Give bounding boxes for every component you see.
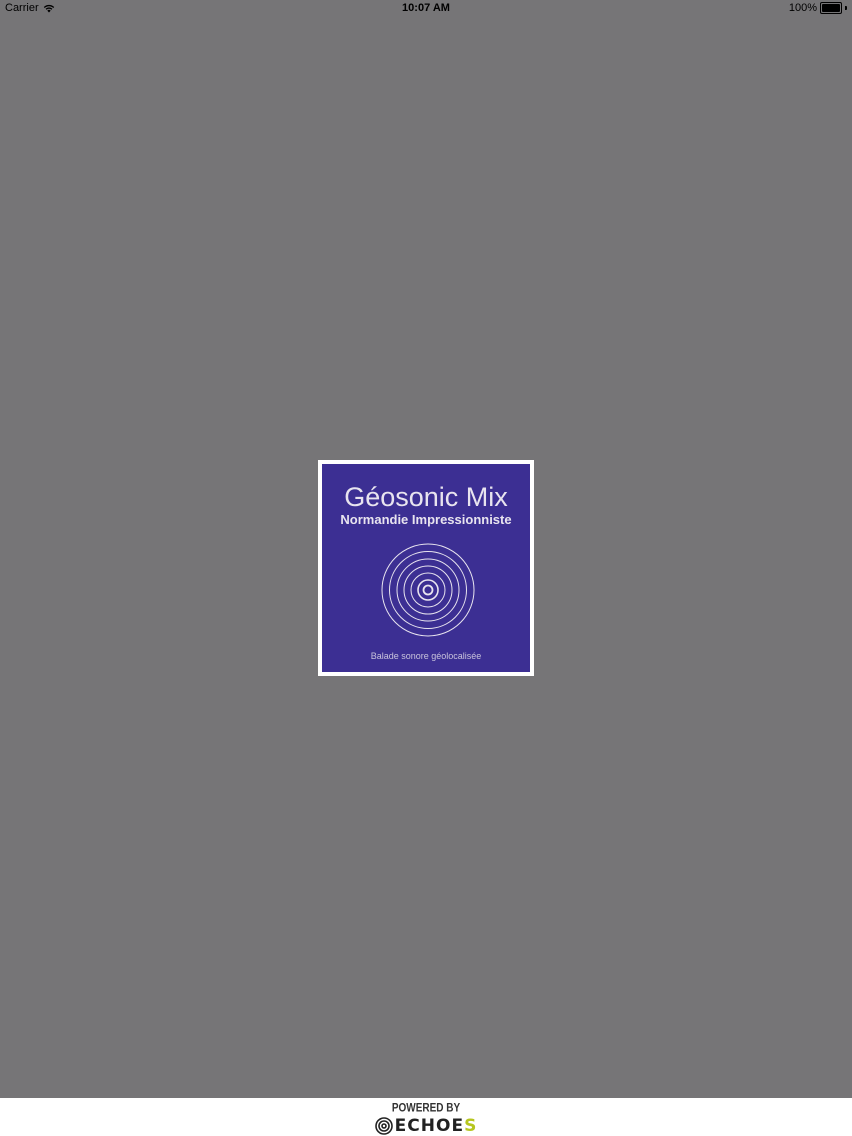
tagline: Balade sonore géolocalisée bbox=[370, 651, 482, 661]
echoes-rings-icon bbox=[374, 1117, 393, 1135]
brand-suffix: S bbox=[464, 1116, 478, 1136]
battery-tip bbox=[845, 6, 847, 10]
status-bar: Carrier 10:07 AM 100% bbox=[0, 0, 852, 18]
status-right: 100% bbox=[789, 2, 847, 14]
status-time: 10:07 AM bbox=[402, 2, 450, 14]
battery-fill bbox=[822, 4, 840, 12]
footer: POWERED BY ECHOES bbox=[0, 1098, 852, 1136]
splash-logo-inner: Géosonic Mix Normandie Impressionniste B… bbox=[322, 464, 530, 672]
brand-prefix: ECHOE bbox=[394, 1116, 465, 1136]
battery-icon bbox=[820, 2, 842, 14]
app-subtitle: Normandie Impressionniste bbox=[340, 512, 512, 527]
app-title: Géosonic Mix bbox=[344, 482, 508, 512]
concentric-rings-icon bbox=[381, 543, 475, 637]
echoes-brand: ECHOES bbox=[0, 1116, 852, 1136]
battery-percent: 100% bbox=[788, 2, 817, 14]
splash-logo-card: Géosonic Mix Normandie Impressionniste B… bbox=[318, 460, 534, 676]
brand-name: ECHOES bbox=[395, 1116, 478, 1136]
powered-by-label: POWERED BY bbox=[391, 1102, 461, 1115]
